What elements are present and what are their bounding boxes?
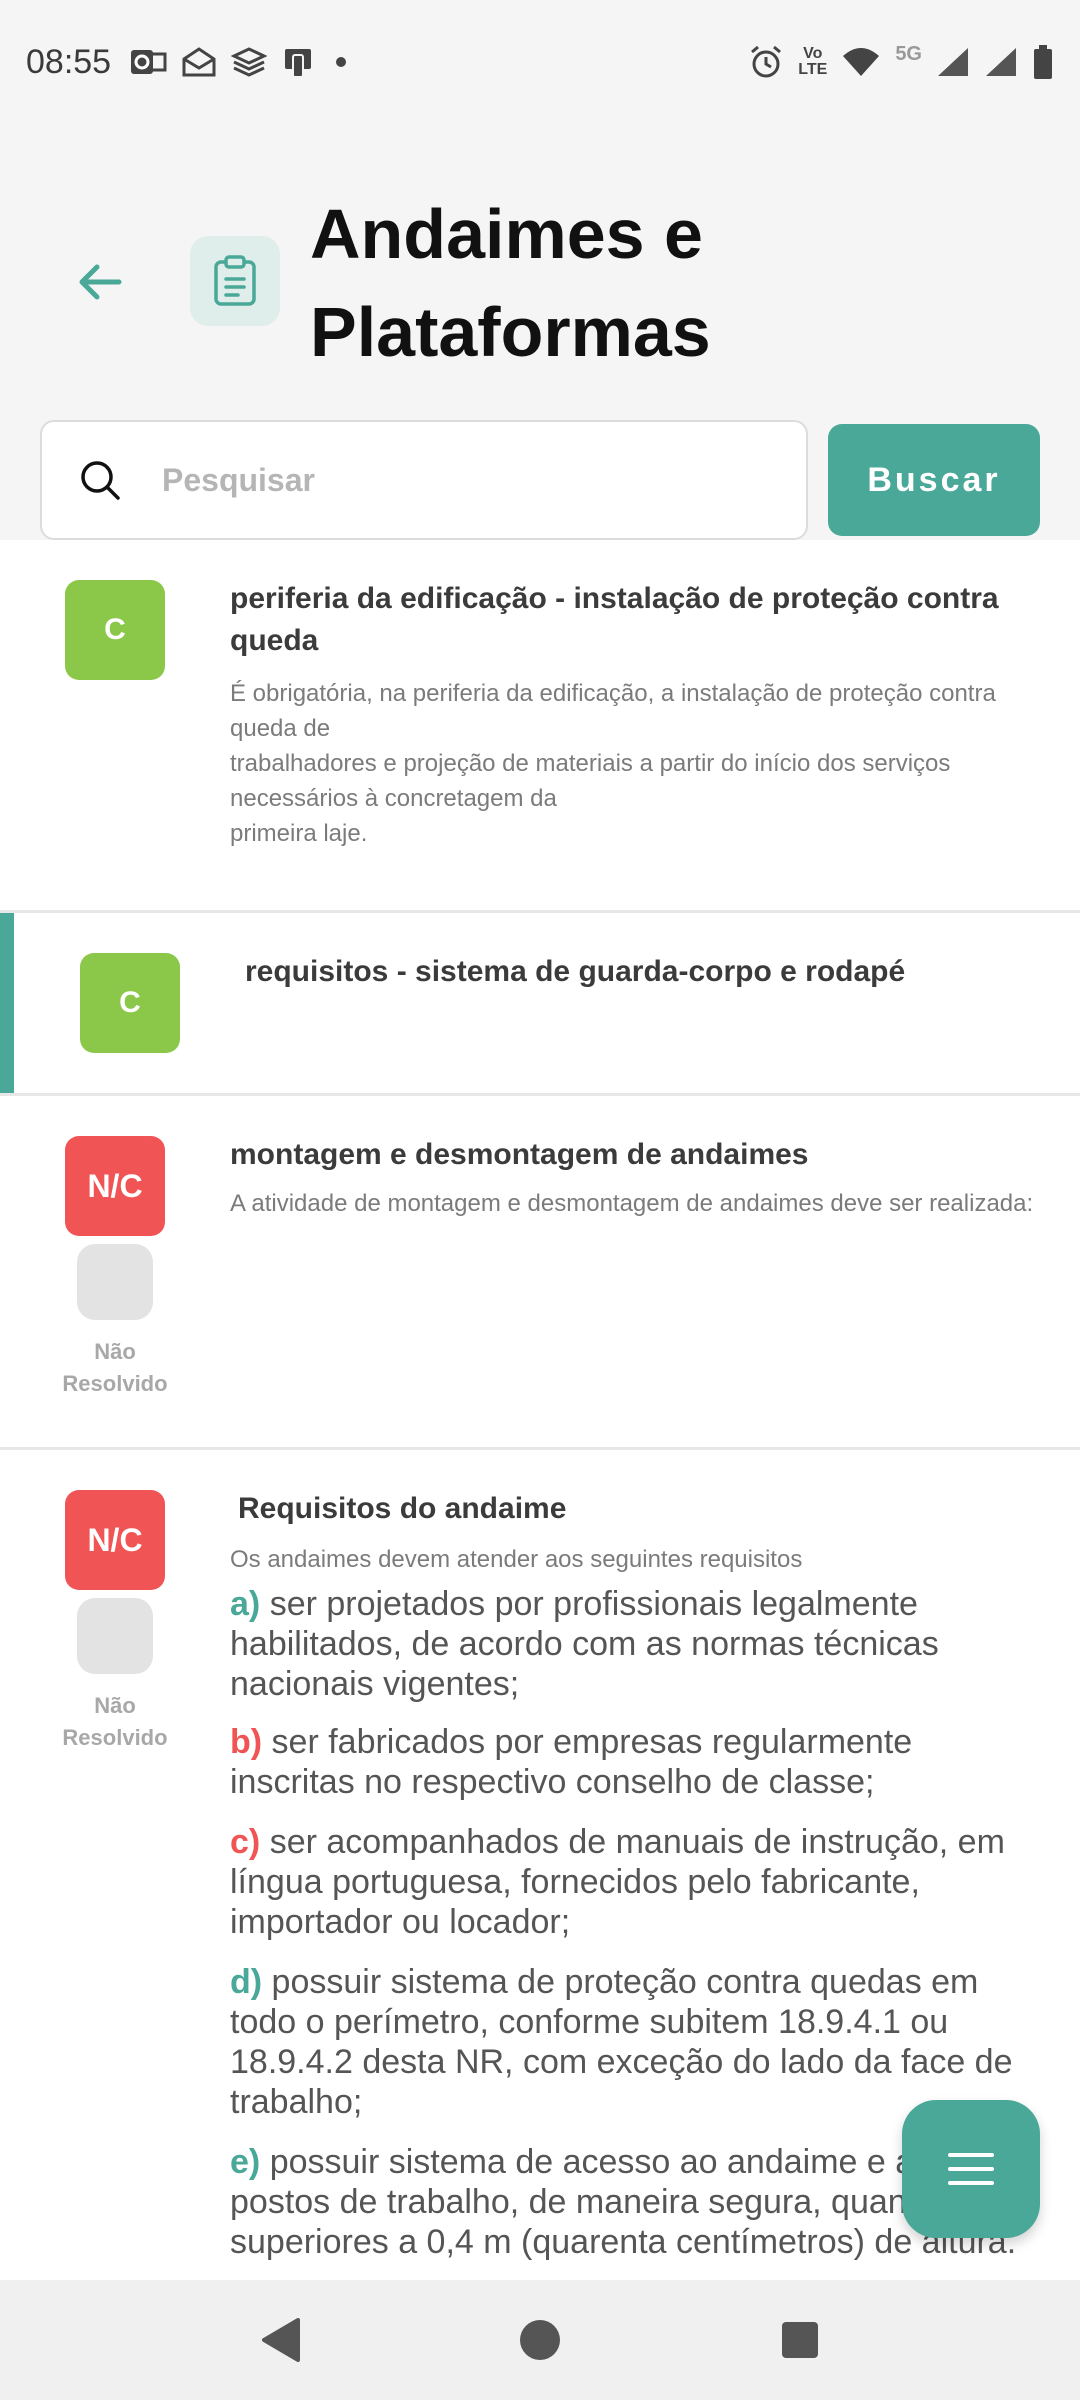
requirement-letter: e)	[230, 2143, 261, 2181]
nav-back-button[interactable]	[250, 2310, 310, 2370]
notification-icons	[129, 45, 351, 79]
resolved-checkbox[interactable]	[77, 1244, 153, 1320]
status-badge[interactable]: C	[65, 580, 165, 680]
system-navigation-bar	[0, 2280, 1080, 2400]
page-header: Andaimes e Plataformas	[0, 180, 1080, 380]
clipboard-icon	[190, 236, 280, 326]
item-description: A atividade de montagem e desmontagem de…	[230, 1190, 1034, 1217]
item-title: Requisitos do andaime	[238, 1492, 567, 1525]
resolved-checkbox[interactable]	[77, 1598, 153, 1674]
alarm-icon	[748, 44, 784, 80]
status-time: 08:55	[26, 42, 112, 81]
requirement-text: possuir sistema de acesso ao andaime e a…	[230, 2143, 1017, 2261]
network-type-label: 5G	[895, 42, 922, 65]
item-description: É obrigatória, na periferia da edificaçã…	[230, 680, 996, 847]
item-title: requisitos - sistema de guarda-corpo e r…	[245, 955, 906, 988]
device-icon	[281, 45, 317, 79]
requirement-letter: d)	[230, 1963, 263, 2001]
requirement-letter: c)	[230, 1823, 261, 1861]
nav-recents-button[interactable]	[770, 2310, 830, 2370]
signal-icon	[984, 46, 1018, 78]
wifi-icon	[841, 46, 881, 78]
battery-icon	[1032, 44, 1054, 80]
list-item[interactable]: C requisitos - sistema de guarda-corpo e…	[0, 913, 1080, 1096]
status-badge[interactable]: C	[80, 953, 180, 1053]
status-bar: 08:55 Vo LTE 5G	[0, 0, 1080, 124]
outlook-icon	[129, 46, 167, 78]
search-icon	[78, 458, 122, 502]
item-title: montagem e desmontagem de andaimes	[230, 1138, 809, 1171]
requirement-letter: a)	[230, 1585, 261, 1623]
resolve-label: Não Resolvido	[62, 1339, 168, 1396]
search-box[interactable]	[40, 420, 808, 540]
resolve-label: Não Resolvido	[62, 1693, 168, 1750]
system-icons: Vo LTE 5G	[748, 43, 1054, 82]
search-button[interactable]: Buscar	[828, 424, 1040, 536]
search-input[interactable]	[162, 440, 762, 520]
hamburger-menu-icon	[948, 2153, 994, 2185]
menu-fab-button[interactable]	[902, 2100, 1040, 2238]
item-title: periferia da edificação - instalação de …	[230, 582, 999, 657]
checklist: C periferia da edificação - instalação d…	[0, 540, 1080, 2280]
back-button[interactable]	[70, 252, 130, 312]
dot-icon	[331, 52, 351, 72]
nav-home-button[interactable]	[510, 2310, 570, 2370]
requirement-item: b) ser fabricados por empresas regularme…	[230, 1722, 1040, 1802]
requirement-text: ser projetados por profissionais legalme…	[230, 1585, 939, 1703]
requirement-text: possuir sistema de proteção contra queda…	[230, 1963, 1013, 2121]
requirement-text: ser acompanhados de manuais de instrução…	[230, 1823, 1005, 1941]
status-badge[interactable]: N/C	[65, 1490, 165, 1590]
requirement-text: ser fabricados por empresas regularmente…	[230, 1723, 913, 1801]
arrow-left-icon	[79, 264, 122, 300]
item-description: Os andaimes devem atender aos seguintes …	[230, 1546, 803, 1573]
signal-icon	[936, 46, 970, 78]
list-item[interactable]: N/C Não Resolvido montagem e desmontagem…	[0, 1096, 1080, 1450]
volte-icon: Vo LTE	[798, 45, 828, 78]
square-recents-icon	[782, 2322, 818, 2358]
mail-icon	[181, 46, 217, 78]
requirement-item: c) ser acompanhados de manuais de instru…	[230, 1822, 1040, 1942]
triangle-back-icon	[262, 2318, 300, 2362]
layers-icon	[231, 46, 268, 78]
list-item[interactable]: C periferia da edificação - instalação d…	[0, 540, 1080, 913]
circle-home-icon	[520, 2320, 560, 2360]
requirement-item: d) possuir sistema de proteção contra qu…	[230, 1962, 1040, 2122]
requirement-letter: b)	[230, 1723, 263, 1761]
requirement-item: a) ser projetados por profissionais lega…	[230, 1584, 1040, 1704]
status-badge[interactable]: N/C	[65, 1136, 165, 1236]
page-title: Andaimes e Plataformas	[310, 195, 711, 371]
